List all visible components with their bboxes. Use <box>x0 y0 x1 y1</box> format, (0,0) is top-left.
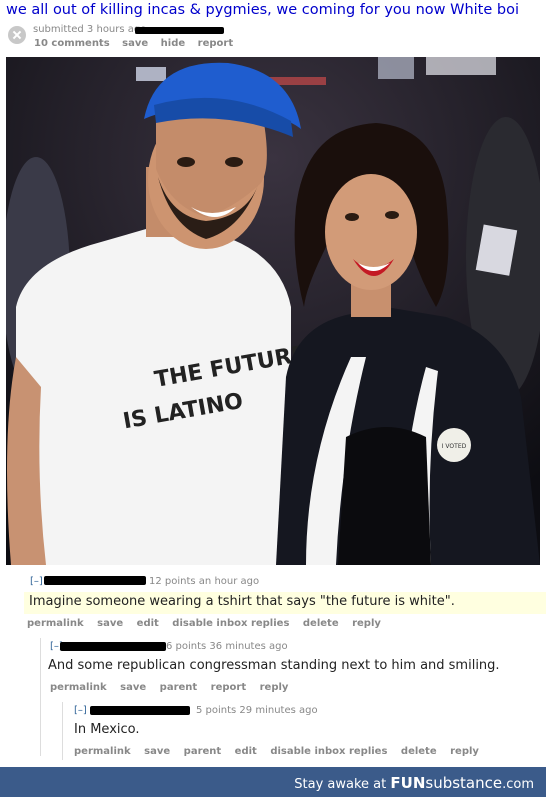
redacted-username <box>60 642 166 651</box>
permalink-link[interactable]: permalink <box>27 618 84 629</box>
disable-inbox-replies-link[interactable]: disable inbox replies <box>270 746 387 757</box>
edit-link[interactable]: edit <box>235 746 257 757</box>
collapse-toggle[interactable]: [–] <box>30 576 43 587</box>
parent-link[interactable]: parent <box>184 746 222 757</box>
save-link[interactable]: save <box>122 38 148 49</box>
comment-2-actions: permalink save parent report reply <box>50 682 298 693</box>
report-link[interactable]: report <box>211 682 246 693</box>
comment-3-points: 5 points 29 minutes ago <box>196 705 318 716</box>
reply-link[interactable]: reply <box>352 618 381 629</box>
footer-brand-com: .com <box>502 777 534 792</box>
footer-prefix: Stay awake at <box>294 777 391 792</box>
button-text: I VOTED <box>442 443 467 450</box>
comment-3-meta: [–] <box>74 705 87 716</box>
edit-link[interactable]: edit <box>137 618 159 629</box>
comment-1-body: Imagine someone wearing a tshirt that sa… <box>29 594 455 609</box>
save-link[interactable]: save <box>120 682 146 693</box>
save-link[interactable]: save <box>97 618 123 629</box>
watermark-footer: Stay awake at FUNsubstance.com <box>0 767 546 797</box>
footer-brand-fun: FUN <box>390 774 426 792</box>
permalink-link[interactable]: permalink <box>50 682 107 693</box>
comment-2-points: 6 points 36 minutes ago <box>166 641 288 652</box>
redacted-username <box>44 576 146 585</box>
delete-link[interactable]: delete <box>303 618 339 629</box>
comment-1-points: 12 points an hour ago <box>149 576 260 587</box>
comment-3-body: In Mexico. <box>74 722 140 737</box>
close-icon[interactable] <box>8 26 26 44</box>
parent-link[interactable]: parent <box>160 682 198 693</box>
reply-link[interactable]: reply <box>260 682 289 693</box>
photo-illustration: THE FUTURE IS LATINO I VOTED <box>6 57 540 565</box>
comment-1-actions: permalink save edit disable inbox replie… <box>27 618 391 629</box>
comment-2-body: And some republican congressman standing… <box>48 658 500 673</box>
redacted-username <box>135 27 224 34</box>
reply-link[interactable]: reply <box>450 746 479 757</box>
comments-link[interactable]: 10 comments <box>34 38 110 49</box>
comment-1-meta: [–] <box>30 576 43 587</box>
disable-inbox-replies-link[interactable]: disable inbox replies <box>172 618 289 629</box>
post-actions: 10 comments save hide report <box>34 38 242 49</box>
save-link[interactable]: save <box>144 746 170 757</box>
post-title-link[interactable]: we all out of killing incas & pygmies, w… <box>6 2 519 18</box>
post-image: THE FUTURE IS LATINO I VOTED <box>6 57 540 565</box>
report-link[interactable]: report <box>198 38 233 49</box>
thread-line <box>40 638 41 756</box>
redacted-username <box>90 706 190 715</box>
footer-text: Stay awake at FUNsubstance.com <box>294 774 534 792</box>
post-submitted-info: submitted 3 hours ago <box>33 24 147 35</box>
footer-brand-substance: substance <box>425 774 503 792</box>
delete-link[interactable]: delete <box>401 746 437 757</box>
thread-line <box>62 702 63 760</box>
permalink-link[interactable]: permalink <box>74 746 131 757</box>
hide-link[interactable]: hide <box>161 38 186 49</box>
collapse-toggle[interactable]: [–] <box>74 705 87 716</box>
comment-3-actions: permalink save parent edit disable inbox… <box>74 746 489 757</box>
